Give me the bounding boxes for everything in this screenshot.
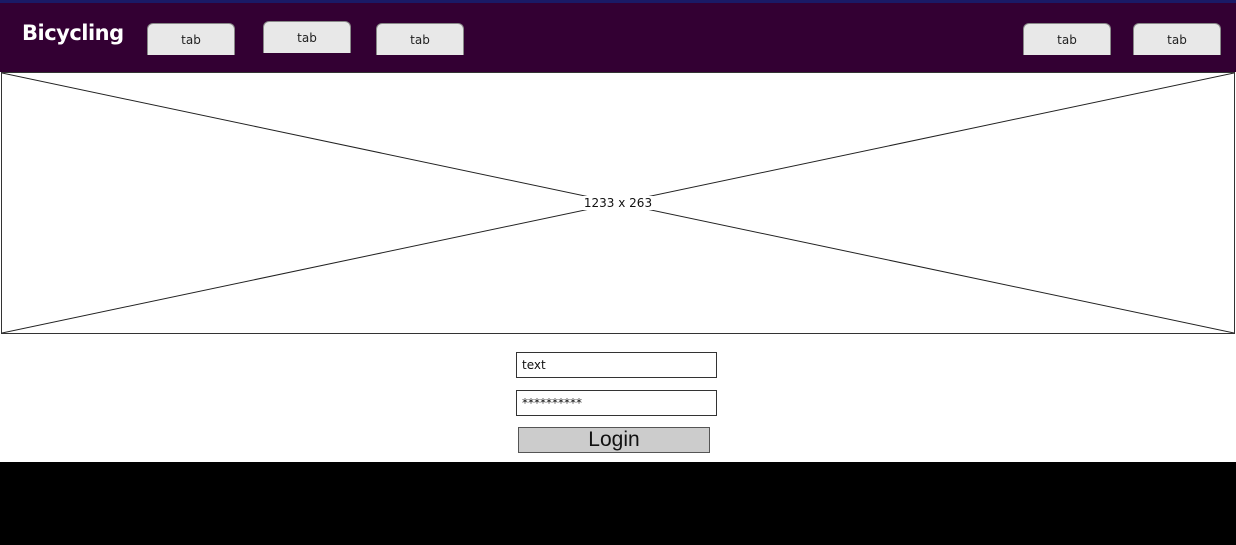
password-input[interactable]: **********	[516, 390, 717, 416]
footer	[0, 462, 1236, 545]
nav-tab-4[interactable]: tab	[1023, 23, 1111, 55]
hero-image-placeholder: 1233 x 263	[1, 72, 1235, 334]
username-input[interactable]: text	[516, 352, 717, 378]
nav-tab-5[interactable]: tab	[1133, 23, 1221, 55]
nav-tab-1[interactable]: tab	[147, 23, 235, 55]
placeholder-size-label: 1233 x 263	[581, 196, 655, 210]
nav-tab-2[interactable]: tab	[263, 21, 351, 53]
brand-logo[interactable]: Bicycling	[22, 21, 124, 45]
login-button[interactable]: Login	[518, 427, 710, 453]
top-navbar: Bicycling tab tab tab tab tab	[0, 0, 1236, 72]
nav-tab-3[interactable]: tab	[376, 23, 464, 55]
